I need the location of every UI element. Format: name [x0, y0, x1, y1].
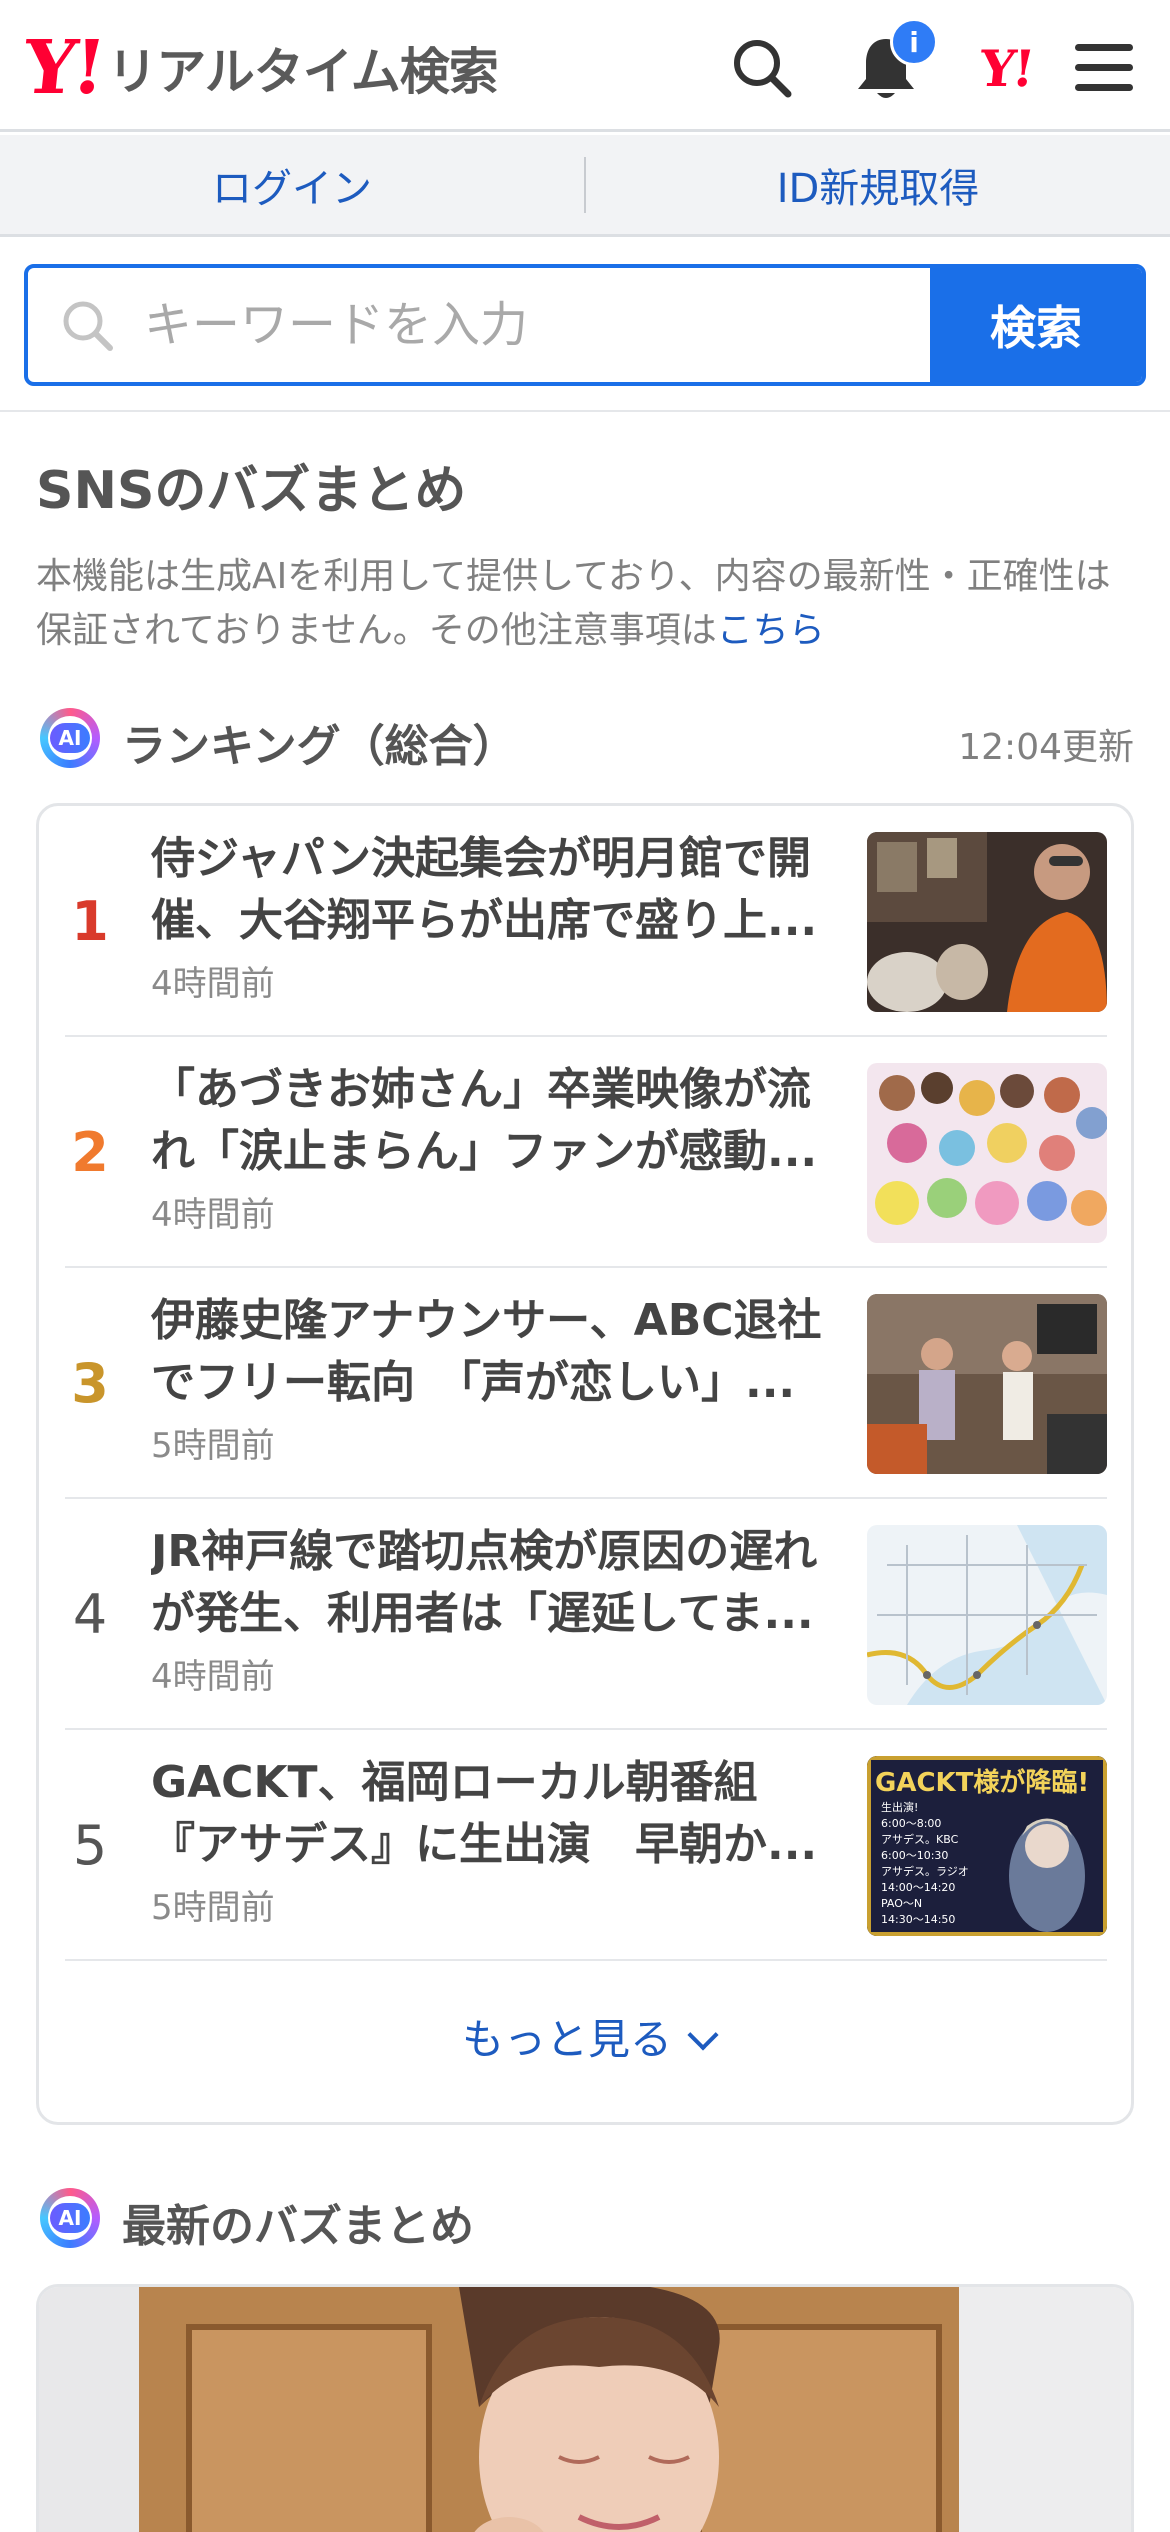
ranking-thumbnail — [867, 832, 1107, 1012]
search-field[interactable] — [28, 268, 930, 382]
thumbnail-line: 生出演! — [881, 1801, 919, 1814]
account-bar: ログイン ID新規取得 — [0, 135, 1170, 237]
rank-number: 3 — [71, 1352, 109, 1415]
notification-badge: i — [890, 18, 938, 66]
thumbnail-line: アサデス。KBC — [881, 1833, 959, 1846]
notice-details-link[interactable]: こちら — [717, 610, 825, 651]
site-logo[interactable]: Y! リアルタイム検索 — [19, 25, 498, 111]
ai-icon: AI — [40, 708, 100, 768]
ranking-item-time: 5時間前 — [151, 1426, 275, 1466]
site-title: リアルタイム検索 — [107, 43, 498, 101]
more-button[interactable]: もっと見る — [39, 2006, 1137, 2067]
ranking-item-title: GACKT、福岡ローカル朝番組『アサデス』に生出演 早朝か... — [151, 1757, 818, 1870]
ranking-item-title: JR神戸線で踏切点検が原因の遅れが発生、利用者は「遅延してま... — [151, 1526, 818, 1639]
yahoo-logo-mark: Y! — [19, 25, 106, 111]
ranking-item[interactable]: 5 GACKT、福岡ローカル朝番組『アサデス』に生出演 早朝か... 5時間前 … — [65, 1730, 1107, 1961]
ranking-thumbnail: GACKT様が降臨! 生出演! 6:00〜8:00 アサデス。KBC 6:00〜… — [867, 1756, 1107, 1936]
rank-number: 1 — [71, 890, 109, 953]
thumbnail-line: PAO〜N — [881, 1897, 923, 1910]
app-header: Y! リアルタイム検索 i Y! — [0, 0, 1170, 132]
ranking-item-time: 4時間前 — [151, 1195, 275, 1235]
ranking-item-time: 4時間前 — [151, 964, 275, 1004]
ranking-item[interactable]: 3 伊藤史隆アナウンサー、ABC退社でフリー転向 「声が恋しい」... 5時間前 — [65, 1268, 1107, 1499]
ranking-item[interactable]: 2 「あづきお姉さん」卒業映像が流れ「涙止まらん」ファンが感動... 4時間前 — [65, 1037, 1107, 1268]
ranking-item-time: 4時間前 — [151, 1657, 275, 1697]
ranking-item-time: 5時間前 — [151, 1888, 275, 1928]
search-icon[interactable] — [722, 28, 802, 108]
search-button[interactable]: 検索 — [930, 268, 1142, 382]
thumbnail-schedule: 生出演! 6:00〜8:00 アサデス。KBC 6:00〜10:30 アサデス。… — [881, 1800, 999, 1928]
ranking-item[interactable]: 1 侍ジャパン決起集会が明月館で開催、大谷翔平らが出席で盛り上... 4時間前 — [65, 806, 1107, 1037]
ranking-thumbnail — [867, 1294, 1107, 1474]
ranking-title: ランキング（総合） — [122, 721, 517, 772]
rank-number: 5 — [72, 1814, 108, 1877]
search-bar: 検索 — [24, 264, 1146, 386]
yahoo-small-logo: Y! — [977, 38, 1035, 98]
login-link[interactable]: ログイン — [0, 156, 584, 214]
ranking-item-title: 「あづきお姉さん」卒業映像が流れ「涙止まらん」ファンが感動... — [151, 1064, 818, 1177]
ai-icon-label: AI — [50, 2203, 90, 2233]
ai-icon-label: AI — [50, 723, 90, 753]
rank-number: 2 — [71, 1121, 109, 1184]
ai-icon: AI — [40, 2188, 100, 2248]
ranking-card: 1 侍ジャパン決起集会が明月館で開催、大谷翔平らが出席で盛り上... 4時間前 … — [36, 803, 1134, 2125]
ranking-item[interactable]: 4 JR神戸線で踏切点検が原因の遅れが発生、利用者は「遅延してま... 4時間前 — [65, 1499, 1107, 1730]
chevron-down-icon — [687, 2019, 719, 2051]
ranking-updated-time: 12:04更新 — [958, 727, 1134, 768]
menu-icon[interactable] — [1064, 28, 1144, 108]
search-field-icon — [63, 301, 113, 351]
thumbnail-line: 6:00〜8:00 — [881, 1817, 942, 1830]
search-input[interactable] — [144, 297, 844, 353]
signup-link[interactable]: ID新規取得 — [586, 156, 1170, 214]
latest-buzz-image[interactable] — [36, 2284, 1134, 2532]
yahoo-top-link[interactable]: Y! — [966, 28, 1046, 108]
latest-buzz-title: 最新のバズまとめ — [122, 2201, 474, 2252]
ranking-thumbnail — [867, 1063, 1107, 1243]
ranking-item-title: 侍ジャパン決起集会が明月館で開催、大谷翔平らが出席で盛り上... — [151, 833, 818, 946]
thumbnail-line: 14:30〜14:50 — [881, 1913, 956, 1926]
buzz-section-title: SNSのバズまとめ — [36, 461, 467, 521]
ranking-thumbnail — [867, 1525, 1107, 1705]
bell-icon[interactable]: i — [846, 18, 938, 108]
ai-notice-text: 本機能は生成AIを利用して提供しており、内容の最新性・正確性は保証されておりませ… — [36, 556, 1111, 651]
ranking-item-title: 伊藤史隆アナウンサー、ABC退社でフリー転向 「声が恋しい」... — [151, 1295, 822, 1408]
rank-number: 4 — [72, 1583, 108, 1646]
ai-notice: 本機能は生成AIを利用して提供しており、内容の最新性・正確性は保証されておりませ… — [36, 550, 1136, 658]
thumbnail-line: 6:00〜10:30 — [881, 1849, 949, 1862]
thumbnail-headline: GACKT様が降臨! — [875, 1768, 1090, 1798]
thumbnail-line: 14:00〜14:20 — [881, 1881, 956, 1894]
thumbnail-line: アサデス。ラジオ — [881, 1865, 969, 1878]
more-label: もっと見る — [461, 2015, 672, 2064]
section-divider — [0, 410, 1170, 412]
